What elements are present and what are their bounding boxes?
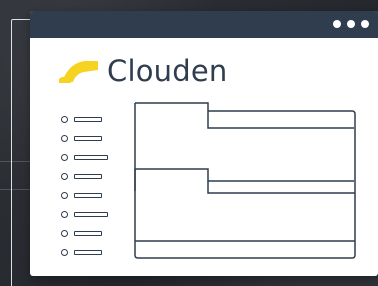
app-window: Clouden [30, 11, 378, 276]
subfolder-top-edge [135, 168, 354, 182]
tree-diagram [134, 102, 356, 259]
folder-top-edge [135, 102, 354, 129]
